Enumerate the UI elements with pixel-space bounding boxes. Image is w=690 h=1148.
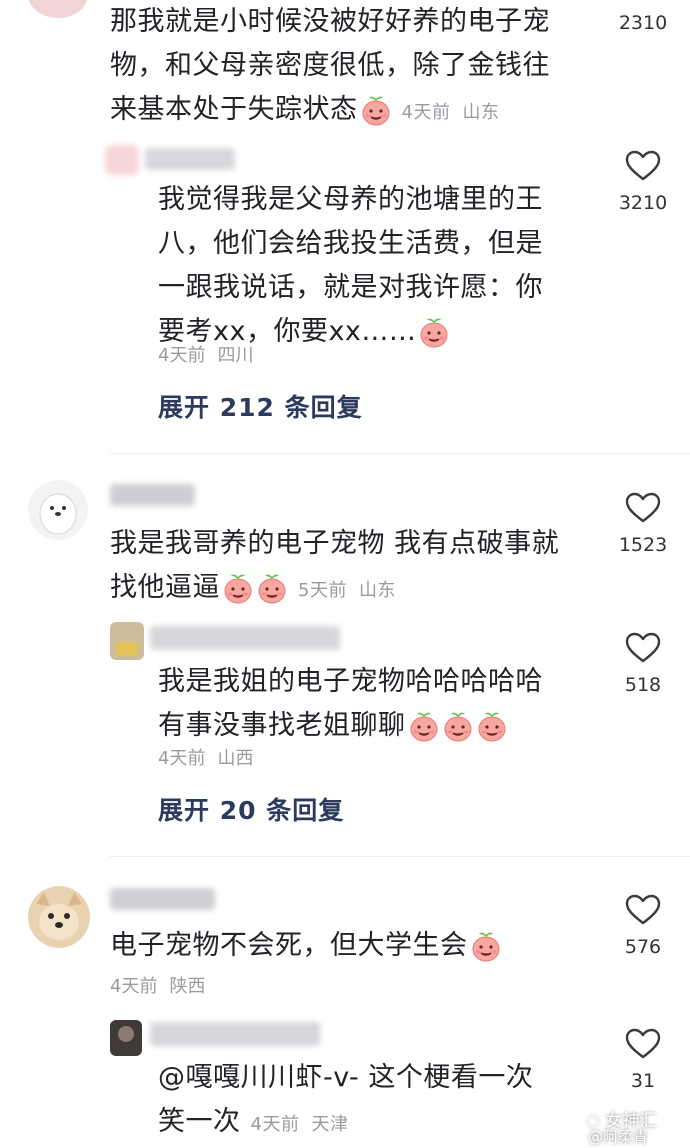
peach-emoji-icon <box>442 711 474 743</box>
comment-location: 四川 <box>217 345 254 366</box>
peach-emoji-icon <box>360 95 392 127</box>
expand-replies-link[interactable]: 展开 212 条回复 <box>158 388 363 424</box>
comment-time: 4天前 <box>110 976 158 997</box>
comment-line: @嘎嘎川川虾-v- 这个梗看一次 <box>158 1062 534 1093</box>
comment-line: 物，和父母亲密度很低，除了金钱往 <box>110 50 550 81</box>
like-heart-icon[interactable] <box>608 1028 678 1064</box>
peach-emoji-icon <box>222 573 254 605</box>
comment-time: 4天前 <box>158 345 206 366</box>
comment-time: 5天前 <box>298 580 347 601</box>
comment-location: 山东 <box>358 580 396 601</box>
comment-line: 我是我姐的电子宠物哈哈哈哈哈 <box>158 666 543 697</box>
comment-line: 来基本处于失踪状态 4天前 山东 <box>110 94 500 127</box>
like-count: 2310 <box>618 12 668 34</box>
divider <box>110 856 690 857</box>
comment-line: 电子宠物不会死，但大学生会 <box>110 924 600 968</box>
comment-line: 找他逼逼 5天前 山东 <box>110 572 396 605</box>
reply-text: 我觉得我是父母养的池塘里的王 八，他们会给我投生活费，但是 一跟我说话，就是对我… <box>158 178 598 354</box>
peach-emoji-icon <box>408 711 440 743</box>
reply-text: 我是我姐的电子宠物哈哈哈哈哈 有事没事找老姐聊聊 <box>158 660 598 748</box>
comment-location: 陕西 <box>169 976 206 997</box>
like-count: 1523 <box>618 534 668 556</box>
expand-replies-link[interactable]: 展开 20 条回复 <box>158 791 344 827</box>
peach-emoji-icon <box>256 573 288 605</box>
comment-time: 4天前 <box>158 748 206 769</box>
comment-line: 我觉得我是父母养的池塘里的王 <box>158 184 543 215</box>
reply-avatar[interactable] <box>110 622 144 660</box>
comment-location: 山东 <box>462 102 500 123</box>
comment-line: 笑一次 4天前 天津 <box>158 1106 349 1137</box>
username[interactable] <box>110 888 215 910</box>
comment-text: 电子宠物不会死，但大学生会 <box>110 924 600 968</box>
avatar[interactable] <box>28 480 88 540</box>
comment-line: 一跟我说话，就是对我许愿：你 <box>158 272 543 303</box>
peach-emoji-icon <box>470 931 502 963</box>
divider <box>110 453 690 454</box>
reply-avatar[interactable] <box>105 145 139 175</box>
reply-text: @嘎嘎川川虾-v- 这个梗看一次 笑一次 4天前 天津 <box>158 1056 598 1147</box>
like-count: 576 <box>624 936 662 958</box>
reply-meta: 4天前 山西 <box>158 744 253 770</box>
watermark-handle: @阿柔青 <box>588 1128 649 1146</box>
like-heart-icon[interactable] <box>608 894 678 930</box>
comment-text: 我是我哥养的电子宠物 我有点破事就 找他逼逼 5天前 山东 <box>110 522 600 613</box>
like-count: 518 <box>624 674 662 696</box>
comment-line: 有事没事找老姐聊聊 <box>158 704 598 748</box>
username[interactable] <box>145 148 235 170</box>
comment-location: 山西 <box>217 748 254 769</box>
avatar[interactable] <box>28 886 90 948</box>
comment-line: 八，他们会给我投生活费，但是 <box>158 228 543 259</box>
reply-meta: 4天前 四川 <box>158 341 253 367</box>
comment-location: 天津 <box>311 1114 349 1135</box>
comment-meta: 4天前 陕西 <box>110 972 205 998</box>
username[interactable] <box>150 626 340 650</box>
comment-time: 4天前 <box>401 102 451 123</box>
comment-line: 我是我哥养的电子宠物 我有点破事就 <box>110 528 560 559</box>
like-count: 3210 <box>618 192 668 214</box>
like-heart-icon[interactable] <box>608 492 678 528</box>
comment-line: 那我就是小时候没被好好养的电子宠 <box>110 6 550 37</box>
peach-emoji-icon <box>418 317 450 349</box>
reply-avatar[interactable] <box>110 1020 142 1056</box>
like-heart-icon[interactable] <box>608 632 678 668</box>
peach-emoji-icon <box>476 711 508 743</box>
avatar[interactable] <box>28 0 88 18</box>
like-count: 31 <box>630 1070 656 1092</box>
username[interactable] <box>150 1022 320 1046</box>
comment-text: 那我就是小时候没被好好养的电子宠 物，和父母亲密度很低，除了金钱往 来基本处于失… <box>110 0 600 135</box>
like-heart-icon[interactable] <box>608 150 678 186</box>
comment-time: 4天前 <box>250 1114 300 1135</box>
username[interactable] <box>110 484 195 506</box>
